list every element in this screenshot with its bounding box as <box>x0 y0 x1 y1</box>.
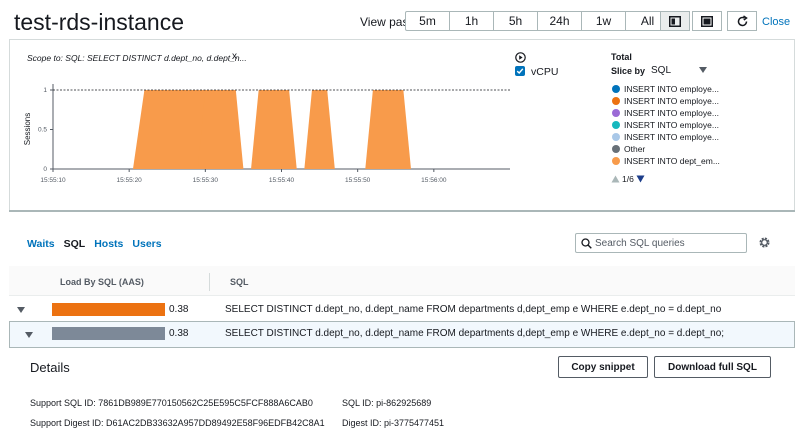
legend-color-dot <box>612 121 620 129</box>
area-segment <box>304 90 335 169</box>
legend-page-indicator: 1/6 <box>622 174 634 184</box>
legend-color-dot <box>612 133 620 141</box>
legend-item[interactable]: INSERT INTO employe... <box>612 96 719 106</box>
legend-total-label: Total <box>611 52 632 62</box>
expand-caret-icon[interactable] <box>17 307 25 313</box>
sql-text: SELECT DISTINCT d.dept_no, d.dept_name F… <box>225 328 725 339</box>
x-tick-label: 15:55:50 <box>345 177 371 184</box>
previous-page-icon[interactable] <box>611 175 620 183</box>
area-segment <box>197 90 244 169</box>
tab-sql[interactable]: SQL <box>64 238 86 250</box>
legend-item[interactable]: INSERT INTO employe... <box>612 84 719 94</box>
load-bar <box>52 303 165 316</box>
expand-caret-icon[interactable] <box>25 332 33 338</box>
tab-waits[interactable]: Waits <box>27 238 55 250</box>
legend-item[interactable]: INSERT INTO dept_em... <box>612 156 720 166</box>
y-tick-label: 1 <box>43 87 47 94</box>
legend-color-dot <box>612 85 620 93</box>
load-value: 0.38 <box>169 328 189 339</box>
column-header-sql[interactable]: SQL <box>230 277 249 287</box>
legend-color-dot <box>612 97 620 105</box>
legend-item-label: INSERT INTO employe... <box>624 132 719 142</box>
next-page-icon[interactable] <box>636 175 645 183</box>
sql-text: SELECT DISTINCT d.dept_no, d.dept_name F… <box>225 304 722 315</box>
slice-by-value: SQL <box>651 65 672 76</box>
legend-item-label: INSERT INTO employe... <box>624 108 719 118</box>
digest-id: Digest ID: pi-3775477451 <box>342 418 445 428</box>
x-tick-label: 15:55:10 <box>40 177 66 184</box>
panel-resize-divider[interactable] <box>9 210 795 212</box>
legend-item-label: INSERT INTO employe... <box>624 120 719 130</box>
area-segment <box>365 90 411 169</box>
slice-by-label: Slice by <box>611 66 646 76</box>
chevron-down-icon <box>699 67 707 73</box>
table-row-selected[interactable]: 0.38 SELECT DISTINCT d.dept_no, d.dept_n… <box>9 321 795 348</box>
tab-hosts[interactable]: Hosts <box>94 238 123 250</box>
search-sql-box[interactable] <box>575 233 747 253</box>
support-digest-id: Support Digest ID: D61AC2DB33632A957DD89… <box>30 418 325 428</box>
column-header-load[interactable]: Load By SQL (AAS) <box>60 277 144 287</box>
x-tick-label: 15:56:00 <box>421 177 447 184</box>
y-tick-label: 0.5 <box>38 127 47 134</box>
search-sql-input[interactable] <box>595 237 740 249</box>
legend-item-label: Other <box>624 144 646 154</box>
y-axis-label: Sessions <box>23 113 32 145</box>
support-sql-id: Support SQL ID: 7861DB989E770150562C25E5… <box>30 398 313 408</box>
x-tick-label: 15:55:20 <box>117 177 143 184</box>
dimension-tabs: Waits SQL Hosts Users <box>27 238 162 250</box>
legend-pager: 1/6 <box>611 174 645 184</box>
slice-by-select[interactable]: SQL <box>649 64 711 78</box>
details-title: Details <box>30 360 70 375</box>
legend-color-dot <box>612 109 620 117</box>
area-segment <box>251 90 297 169</box>
sql-id: SQL ID: pi-862925689 <box>342 398 432 408</box>
tab-users[interactable]: Users <box>132 238 161 250</box>
copy-snippet-button[interactable]: Copy snippet <box>558 356 648 378</box>
legend-item-label: INSERT INTO employe... <box>624 84 719 94</box>
legend-item-label: INSERT INTO employe... <box>624 96 719 106</box>
load-bar <box>52 327 165 340</box>
search-icon <box>581 237 592 249</box>
y-tick-label: 0 <box>43 166 47 173</box>
legend-item[interactable]: Other <box>612 144 645 154</box>
legend-color-dot <box>612 157 620 165</box>
legend-item[interactable]: INSERT INTO employe... <box>612 132 719 142</box>
legend-item[interactable]: INSERT INTO employe... <box>612 108 719 118</box>
legend-item[interactable]: INSERT INTO employe... <box>612 120 719 130</box>
table-row[interactable]: 0.38 SELECT DISTINCT d.dept_no, d.dept_n… <box>9 298 795 322</box>
legend-item-label: INSERT INTO dept_em... <box>624 156 720 166</box>
x-tick-label: 15:55:30 <box>193 177 219 184</box>
column-divider[interactable] <box>209 273 210 291</box>
download-full-sql-button[interactable]: Download full SQL <box>654 356 771 378</box>
gear-icon[interactable] <box>758 236 771 249</box>
legend-color-dot <box>612 145 620 153</box>
load-value: 0.38 <box>169 304 189 315</box>
x-tick-label: 15:55:40 <box>269 177 295 184</box>
